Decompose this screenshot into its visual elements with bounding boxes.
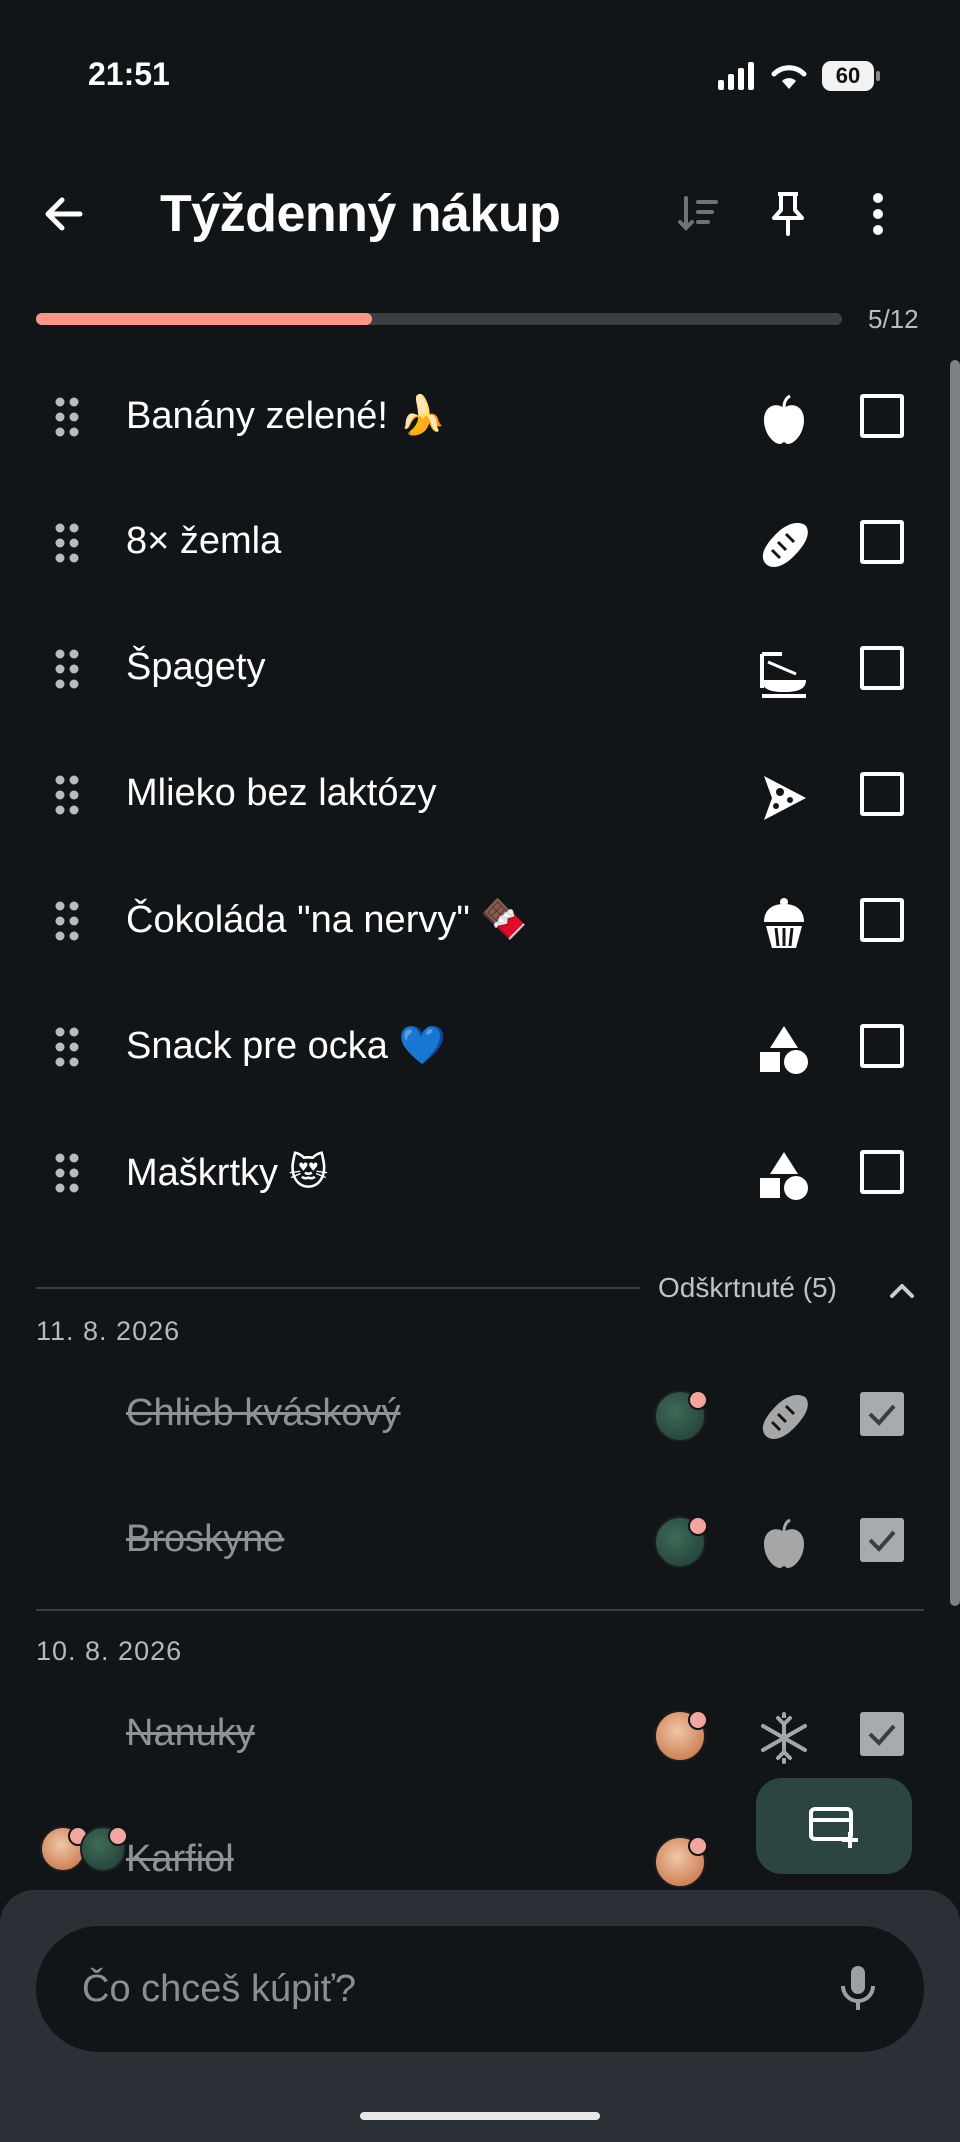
list-item[interactable]: Špagety: [0, 608, 940, 734]
drag-handle-icon[interactable]: [54, 648, 80, 690]
input-placeholder: Čo chceš kúpiť?: [82, 1968, 357, 2010]
cheese-icon[interactable]: [756, 770, 812, 826]
pasta-icon[interactable]: [756, 644, 812, 700]
checked-section-header[interactable]: Odškrtnuté (5): [658, 1272, 837, 1304]
shapes-icon[interactable]: [756, 1148, 812, 1204]
progress-count: 5/12: [868, 304, 919, 334]
bread-icon[interactable]: [756, 518, 812, 574]
drag-handle-icon[interactable]: [54, 396, 80, 438]
status-time: 21:51: [88, 56, 170, 92]
avatar: [80, 1826, 128, 1872]
chevron-up-icon: [890, 1284, 914, 1298]
checkbox[interactable]: [860, 1150, 904, 1194]
apple-icon: [764, 1518, 804, 1568]
list-item-label: Snack pre ocka 💙: [126, 1025, 446, 1067]
checkbox[interactable]: [860, 898, 904, 942]
add-card-fab[interactable]: [756, 1778, 912, 1874]
checked-item-label: Nanuky: [126, 1712, 255, 1754]
checkbox[interactable]: [860, 772, 904, 816]
wifi-icon: [771, 65, 807, 89]
avatar: [654, 1836, 708, 1888]
section-divider: [36, 1287, 640, 1289]
scrollbar[interactable]: [950, 360, 960, 1606]
crown-badge-icon: [688, 1516, 708, 1536]
checkbox[interactable]: [860, 1024, 904, 1068]
more-vert-icon: [873, 193, 883, 235]
crown-badge-icon: [688, 1390, 708, 1410]
crown-badge-icon: [688, 1836, 708, 1856]
check-icon: [868, 1530, 896, 1552]
checkbox-checked[interactable]: [860, 1518, 904, 1562]
checkbox-checked[interactable]: [860, 1712, 904, 1756]
pin-button[interactable]: [760, 186, 816, 242]
home-indicator[interactable]: [360, 2112, 600, 2120]
avatar: [654, 1710, 708, 1762]
back-button[interactable]: [36, 186, 92, 242]
collapse-toggle[interactable]: [884, 1272, 920, 1308]
page-title: Týždenný nákup: [160, 185, 561, 243]
progress-bar: [36, 313, 842, 325]
list-item[interactable]: 8× žemla: [0, 482, 940, 608]
check-icon: [868, 1404, 896, 1426]
checked-item-label: Karfiol: [126, 1838, 234, 1880]
date-group-label: 11. 8. 2026: [36, 1316, 181, 1346]
bread-icon: [762, 1395, 808, 1439]
sort-button[interactable]: [672, 186, 728, 242]
drag-handle-icon[interactable]: [54, 1152, 80, 1194]
checked-item[interactable]: Broskyne: [0, 1480, 940, 1606]
crown-badge-icon: [688, 1710, 708, 1730]
checked-item-label: Broskyne: [126, 1518, 285, 1560]
checkbox-checked[interactable]: [860, 1392, 904, 1436]
arrow-back-icon: [45, 197, 83, 231]
cupcake-icon[interactable]: [756, 896, 812, 952]
list-item[interactable]: Maškrtky 😻: [0, 1112, 940, 1238]
drag-handle-icon[interactable]: [54, 1026, 80, 1068]
status-icons: 60: [716, 56, 880, 96]
list-item-label: Maškrtky 😻: [126, 1152, 329, 1194]
crown-badge-icon: [108, 1826, 128, 1846]
add-card-icon: [809, 1807, 858, 1848]
snowflake-icon: [761, 1712, 807, 1764]
add-item-input[interactable]: Čo chceš kúpiť?: [36, 1926, 924, 2052]
checkbox[interactable]: [860, 394, 904, 438]
list-item-label: Mlieko bez laktózy: [126, 772, 437, 814]
signal-icon: [718, 62, 754, 90]
list-item[interactable]: Banány zelené! 🍌: [0, 356, 940, 482]
drag-handle-icon[interactable]: [54, 900, 80, 942]
list-item-label: 8× žemla: [126, 520, 282, 562]
more-button[interactable]: [850, 186, 906, 242]
list-item[interactable]: Snack pre ocka 💙: [0, 986, 940, 1112]
list-item[interactable]: Mlieko bez laktózy: [0, 734, 940, 860]
check-icon: [868, 1724, 896, 1746]
date-divider: [36, 1609, 924, 1611]
drag-handle-icon[interactable]: [54, 522, 80, 564]
mic-icon[interactable]: [832, 1962, 884, 2014]
checkbox[interactable]: [860, 520, 904, 564]
avatar: [654, 1516, 708, 1568]
avatar: [654, 1390, 708, 1442]
list-item-label: Čokoláda "na nervy" 🍫: [126, 899, 528, 941]
checked-item[interactable]: Chlieb kváskový: [0, 1354, 940, 1480]
list-item-label: Špagety: [126, 646, 266, 688]
checkbox[interactable]: [860, 646, 904, 690]
drag-handle-icon[interactable]: [54, 774, 80, 816]
pin-icon: [772, 192, 804, 236]
checked-item-label: Chlieb kváskový: [126, 1392, 401, 1434]
battery-level: 60: [835, 63, 861, 88]
sort-icon: [678, 196, 718, 231]
battery-indicator: 60: [822, 61, 880, 91]
date-group-label: 10. 8. 2026: [36, 1636, 183, 1666]
list-item[interactable]: Čokoláda "na nervy" 🍫: [0, 860, 940, 986]
shapes-icon[interactable]: [756, 1022, 812, 1078]
progress-fill: [36, 313, 372, 325]
list-item-label: Banány zelené! 🍌: [126, 395, 446, 437]
apple-icon[interactable]: [756, 392, 812, 448]
